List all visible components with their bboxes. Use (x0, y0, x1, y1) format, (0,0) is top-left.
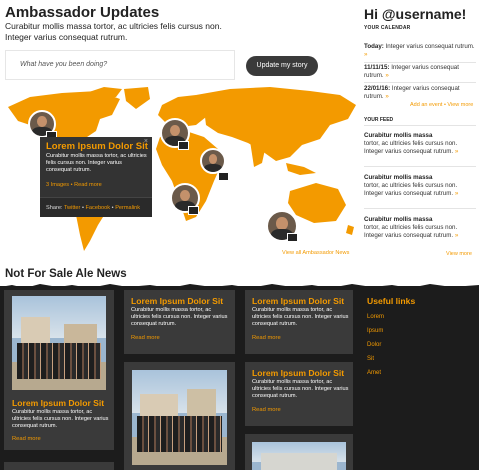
read-more-link[interactable]: Read more (252, 335, 281, 341)
feed-item-title: Curabitur mollis massa (364, 174, 433, 181)
calendar-label: YOUR CALENDAR (364, 25, 411, 31)
news-card-title[interactable]: Lorem Ipsum Dolor Sit (12, 398, 104, 408)
news-card[interactable] (4, 462, 114, 470)
news-card-text: Curabitur mollis massa tortor, ac ultric… (12, 409, 109, 429)
news-card[interactable] (124, 362, 235, 470)
news-card-title[interactable]: Lorem Ipsum Dolor Sit (131, 296, 223, 306)
news-card[interactable]: Lorem Ipsum Dolor Sit Curabitur mollis m… (4, 290, 114, 450)
arrow-icon: » (454, 232, 459, 239)
ambassador-popup: × Lorem Ipsum Dolor Sit Curabitur mollis… (40, 137, 152, 217)
news-card[interactable] (245, 434, 353, 470)
feed-item[interactable]: Curabitur mollis massa tortor, ac ultric… (364, 174, 478, 198)
feed-item[interactable]: Curabitur mollis massa tortor, ac ultric… (364, 216, 478, 240)
news-card[interactable]: Lorem Ipsum Dolor Sit Curabitur mollis m… (245, 290, 353, 354)
feed-item[interactable]: Curabitur mollis massa tortor, ac ultric… (364, 132, 478, 156)
arrow-icon: » (385, 72, 389, 79)
avatar-badge-icon (218, 172, 229, 181)
useful-links-title: Useful links (367, 296, 416, 306)
feed-label: YOUR FEED (364, 117, 394, 123)
popup-title: Lorem Ipsum Dolor Sit (46, 141, 148, 152)
status-input[interactable]: What have you been doing? (20, 61, 107, 68)
avatar-badge-icon (287, 233, 298, 242)
news-card[interactable]: Lorem Ipsum Dolor Sit Curabitur mollis m… (124, 290, 235, 354)
divider (364, 62, 476, 63)
arrow-icon: » (385, 93, 389, 100)
feed-item-title: Curabitur mollis massa (364, 132, 433, 139)
news-card-title[interactable]: Lorem Ipsum Dolor Sit (252, 296, 344, 306)
news-card-text: Curabitur mollis massa tortor, ac ultric… (252, 379, 349, 399)
news-card[interactable]: Lorem Ipsum Dolor Sit Curabitur mollis m… (245, 362, 353, 426)
useful-link[interactable]: Dolor (367, 342, 381, 348)
feed-item-text: tortor, ac ultricies felis cursus non. I… (364, 182, 458, 197)
calendar-item[interactable]: 22/01/16: Integer varius consequat rutru… (364, 85, 476, 101)
news-card-image (12, 296, 106, 390)
calendar-item[interactable]: Today: Integer varius consequat rutrum. … (364, 43, 476, 59)
divider (364, 125, 476, 126)
view-all-ambassador-news-link[interactable]: View all Ambassador News (282, 250, 349, 256)
news-section-title: Not For Sale Ale News (5, 268, 127, 280)
ambassador-subtitle: Curabitur mollis massa tortor, ac ultric… (5, 21, 222, 42)
share-facebook-link[interactable]: Facebook (86, 205, 111, 211)
feed-item-text: tortor, ac ultricies felis cursus non. I… (364, 224, 458, 239)
calendar-text: Integer varius consequat rutrum. (385, 43, 475, 50)
separator: • (70, 182, 73, 188)
calendar-item[interactable]: 11/11/15: Integer varius consequat rutru… (364, 64, 476, 80)
news-card-text: Curabitur mollis massa tortor, ac ultric… (252, 307, 349, 327)
share-permalink-link[interactable]: Permalink (115, 205, 140, 211)
popup-links: 3 Images • Read more (46, 182, 102, 188)
feed-item-text: tortor, ac ultricies felis cursus non. I… (364, 140, 458, 155)
view-more-feed-link[interactable]: View more (446, 251, 472, 257)
useful-link[interactable]: Lorem (367, 314, 384, 320)
useful-link[interactable]: Amet (367, 370, 381, 376)
popup-read-more-link[interactable]: Read more (74, 182, 102, 188)
useful-link[interactable]: Sit (367, 356, 374, 362)
news-card-title[interactable]: Lorem Ipsum Dolor Sit (252, 368, 344, 378)
calendar-actions: Add an event • View more (410, 102, 473, 108)
page: Ambassador Updates Curabitur mollis mass… (0, 0, 479, 470)
read-more-link[interactable]: Read more (12, 436, 41, 442)
separator: • (111, 205, 114, 211)
news-card-image (132, 370, 227, 465)
feed-item-title: Curabitur mollis massa (364, 216, 433, 223)
separator: • (81, 205, 84, 211)
divider (364, 82, 476, 83)
status-input-box[interactable]: What have you been doing? (5, 50, 235, 80)
avatar-badge-icon (188, 206, 199, 215)
view-more-calendar-link[interactable]: View more (447, 102, 473, 108)
separator: • (443, 102, 446, 108)
popup-share-bar: Share: Twitter • Facebook • Permalink (40, 197, 152, 217)
calendar-date: 11/11/15: (364, 64, 390, 71)
divider (364, 166, 476, 167)
news-card-image (252, 442, 346, 470)
popup-text: Curabitur mollis massa tortor, ac ultric… (46, 153, 147, 174)
ambassador-avatar[interactable] (200, 148, 226, 174)
calendar-date: 22/01/16: (364, 85, 391, 92)
share-twitter-link[interactable]: Twitter (64, 205, 80, 211)
news-card-text: Curabitur mollis massa tortor, ac ultric… (131, 307, 228, 327)
arrow-icon: » (454, 190, 459, 197)
useful-link[interactable]: Ipsum (367, 328, 383, 334)
read-more-link[interactable]: Read more (131, 335, 160, 341)
share-label: Share: (46, 205, 63, 211)
arrow-icon: » (454, 148, 459, 155)
avatar-badge-icon (178, 141, 189, 150)
update-story-button[interactable]: Update my story (246, 56, 318, 76)
arrow-icon: » (364, 51, 368, 58)
add-event-link[interactable]: Add an event (410, 102, 442, 108)
popup-images-link[interactable]: 3 Images (46, 182, 69, 188)
greeting-title: Hi @username! (364, 6, 467, 22)
calendar-date: Today: (364, 43, 384, 50)
read-more-link[interactable]: Read more (252, 407, 281, 413)
divider (364, 208, 476, 209)
ambassador-title: Ambassador Updates (5, 4, 160, 21)
